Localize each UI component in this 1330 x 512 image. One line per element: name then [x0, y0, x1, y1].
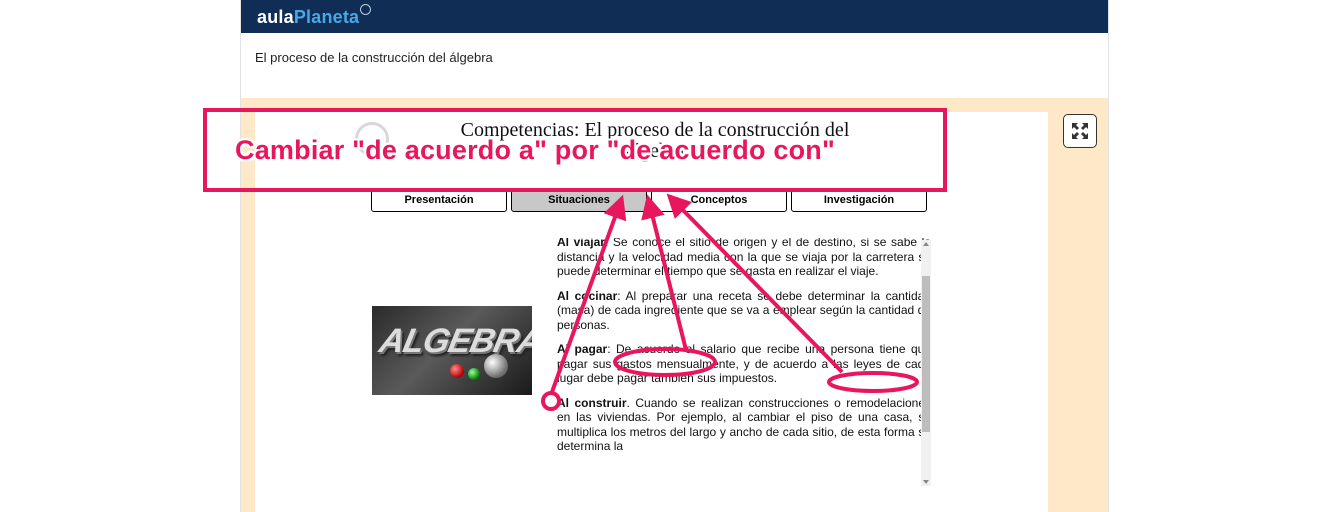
ball-red — [450, 364, 464, 378]
paragraph-construir: Al construir. Cuando se realizan constru… — [557, 395, 931, 454]
ball-green — [468, 368, 480, 380]
annotation-text: Cambiar "de acuerdo a" por "de acuerdo c… — [235, 135, 835, 165]
paragraph-viajar: Al viajar: Se conoce el sitio de origen … — [557, 238, 931, 278]
page-title: El proceso de la construcción del álgebr… — [255, 50, 493, 65]
paragraph-pagar: Al pagar: De acuerdo al salario que reci… — [557, 342, 931, 385]
paragraph-cocinar: Al cocinar: Al preparar una receta se de… — [557, 288, 931, 332]
page-container: aulaPlaneta El proceso de la construcció… — [240, 0, 1109, 512]
aulaplaneta-logo[interactable]: aulaPlaneta — [257, 4, 372, 28]
algebra-image-word: ALGEBRA — [376, 322, 532, 360]
fullscreen-button[interactable] — [1063, 114, 1097, 148]
ball-silver — [484, 354, 508, 378]
globe-icon — [360, 4, 372, 15]
header-bar: aulaPlaneta — [241, 0, 1108, 33]
expand-arrows-icon — [1072, 123, 1088, 139]
scroll-up-arrow-icon[interactable] — [923, 242, 929, 246]
situations-text[interactable]: Al viajar: Se conoce el sitio de origen … — [557, 238, 931, 486]
scroll-down-arrow-icon[interactable] — [923, 480, 929, 484]
text-scrollbar[interactable] — [921, 240, 931, 486]
algebra-image: ALGEBRA — [372, 306, 532, 395]
scroll-thumb[interactable] — [922, 276, 930, 432]
